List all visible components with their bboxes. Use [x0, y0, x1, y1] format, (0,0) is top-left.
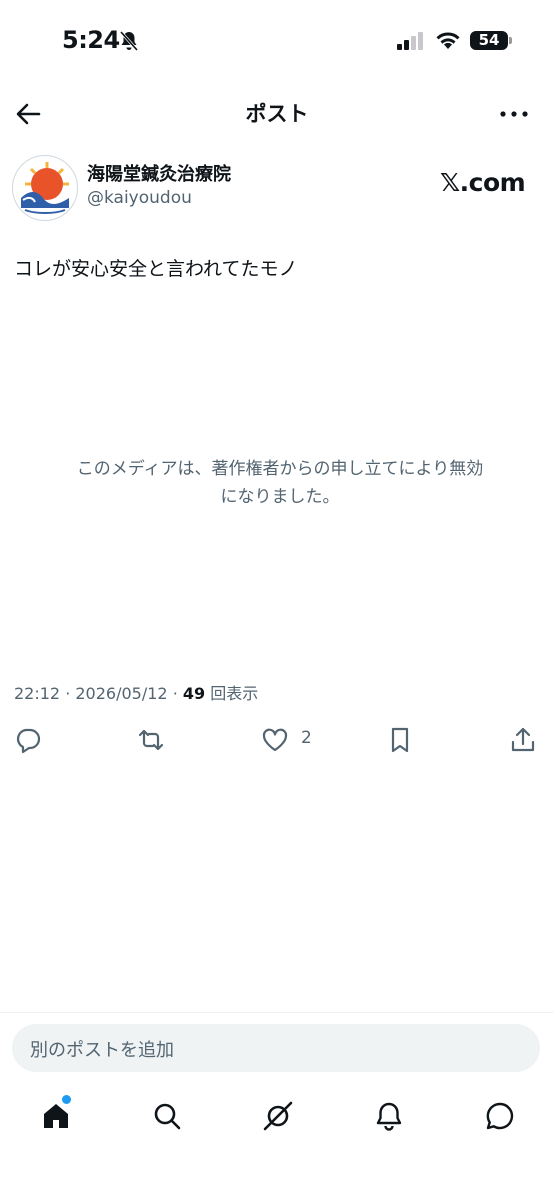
- media-notice-line2: になりました。: [220, 487, 340, 507]
- notification-dot: [62, 1095, 71, 1104]
- status-time: 5:24: [62, 26, 120, 54]
- grok-icon[interactable]: [262, 1100, 294, 1132]
- post-text: コレが安心安全と言われてたモノ: [14, 258, 298, 280]
- author-name[interactable]: 海陽堂鍼灸治療院: [87, 160, 231, 186]
- author-handle[interactable]: @kaiyoudou: [87, 188, 192, 208]
- post-metadata: 22:12 · 2026/05/12 · 49 回表示: [14, 680, 258, 704]
- battery-tip: [509, 37, 512, 44]
- share-icon[interactable]: [509, 726, 537, 754]
- meta-separator: ·: [65, 684, 76, 703]
- battery-indicator: 54: [470, 31, 508, 50]
- notifications-bell-icon[interactable]: [373, 1100, 405, 1132]
- page-title: ポスト: [245, 102, 309, 126]
- like-count: 2: [301, 728, 312, 748]
- bell-off-icon: [119, 30, 139, 52]
- repost-icon[interactable]: [137, 726, 165, 754]
- meta-separator: ·: [172, 684, 183, 703]
- reply-icon[interactable]: [14, 726, 42, 754]
- media-notice-line1: このメディアは、著作権者からの申し立てにより無効: [76, 459, 484, 479]
- post-time: 22:12: [14, 684, 61, 703]
- more-options-icon[interactable]: [498, 104, 530, 124]
- wifi-icon: [435, 30, 461, 50]
- like-heart-icon[interactable]: [261, 726, 289, 754]
- search-icon[interactable]: [151, 1100, 183, 1132]
- messages-icon[interactable]: [484, 1100, 516, 1132]
- post-date: 2026/05/12: [75, 684, 168, 703]
- composer-divider: [0, 1012, 554, 1013]
- views-label: 回表示: [210, 684, 259, 703]
- views-count[interactable]: 49: [183, 684, 205, 703]
- bookmark-icon[interactable]: [386, 726, 414, 754]
- x-com-logo: 𝕏.com: [440, 168, 526, 197]
- add-post-placeholder: 別のポストを追加: [30, 1040, 174, 1061]
- media-unavailable-notice: このメディアは、著作権者からの申し立てにより無効 になりました。: [30, 455, 530, 511]
- avatar[interactable]: [12, 155, 78, 221]
- cellular-signal-icon: [397, 32, 425, 50]
- home-icon[interactable]: [40, 1100, 72, 1132]
